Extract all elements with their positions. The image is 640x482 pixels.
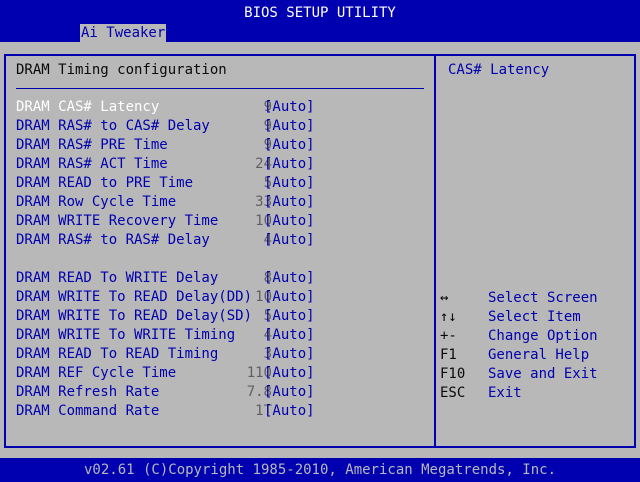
setting-row[interactable]: DRAM WRITE To WRITE Timing 4 [Auto] [16, 326, 426, 345]
setting-row[interactable]: DRAM Refresh Rate 7.8 [Auto] [16, 383, 426, 402]
key-name: F10 [440, 366, 466, 382]
setting-row[interactable]: DRAM RAS# ACT Time 24 [Auto] [16, 155, 426, 174]
setting-label: DRAM WRITE To READ Delay(SD) [16, 308, 253, 324]
setting-row[interactable]: DRAM RAS# to RAS# Delay 4 [Auto] [16, 231, 426, 250]
key-name: ESC [440, 385, 466, 401]
setting-option[interactable]: [Auto] [264, 402, 315, 421]
key-description: Select Screen [488, 290, 598, 306]
setting-row[interactable]: DRAM READ To WRITE Delay 8 [Auto] [16, 269, 426, 288]
setting-label: DRAM CAS# Latency [16, 99, 160, 115]
key-name: ↔ [440, 290, 449, 306]
setting-label: DRAM RAS# ACT Time [16, 156, 168, 172]
setting-label: DRAM WRITE To WRITE Timing [16, 327, 236, 343]
setting-label: DRAM RAS# to RAS# Delay [16, 232, 210, 248]
key-description: Change Option [488, 328, 598, 344]
setting-option[interactable]: [Auto] [264, 345, 315, 364]
tab-bar: Ai Tweaker [0, 24, 640, 42]
setting-option[interactable]: [Auto] [264, 364, 315, 383]
key-name: F1 [440, 347, 457, 363]
setting-row[interactable]: DRAM WRITE To READ Delay(SD) 5 [Auto] [16, 307, 426, 326]
key-name: +- [440, 328, 457, 344]
key-description: Select Item [488, 309, 581, 325]
setting-label: DRAM Row Cycle Time [16, 194, 177, 210]
main-panel: DRAM Timing configuration CAS# Latency D… [0, 42, 640, 458]
setting-option[interactable]: [Auto] [264, 288, 315, 307]
setting-label: DRAM WRITE To READ Delay(DD) [16, 289, 253, 305]
setting-label: DRAM RAS# to CAS# Delay [16, 118, 210, 134]
setting-option[interactable]: [Auto] [264, 174, 315, 193]
key-name: ↑↓ [440, 309, 457, 325]
setting-row[interactable]: DRAM Row Cycle Time 33 [Auto] [16, 193, 426, 212]
help-title: CAS# Latency [448, 62, 550, 78]
setting-option[interactable]: [Auto] [264, 383, 315, 402]
key-legend-item: ↔ Select Screen [438, 289, 634, 308]
setting-label: DRAM RAS# PRE Time [16, 137, 168, 153]
key-description: General Help [488, 347, 590, 363]
setting-option[interactable]: [Auto] [264, 269, 315, 288]
setting-row[interactable]: DRAM WRITE To READ Delay(DD) 10 [Auto] [16, 288, 426, 307]
key-legend-item: F10 Save and Exit [438, 365, 634, 384]
section-heading: DRAM Timing configuration [16, 62, 227, 78]
setting-row[interactable]: DRAM Command Rate 1T [Auto] [16, 402, 426, 421]
setting-label: DRAM REF Cycle Time [16, 365, 177, 381]
key-legend-item: +- Change Option [438, 327, 634, 346]
setting-option[interactable]: [Auto] [264, 307, 315, 326]
setting-option[interactable]: [Auto] [264, 193, 315, 212]
bios-title: BIOS SETUP UTILITY [0, 0, 640, 24]
setting-label: DRAM WRITE Recovery Time [16, 213, 219, 229]
setting-row[interactable]: DRAM READ To READ Timing 3 [Auto] [16, 345, 426, 364]
setting-option[interactable]: [Auto] [264, 212, 315, 231]
setting-label: DRAM READ To WRITE Delay [16, 270, 219, 286]
tab-ai-tweaker[interactable]: Ai Tweaker [80, 24, 167, 42]
setting-option[interactable]: [Auto] [264, 326, 315, 345]
key-description: Exit [488, 385, 522, 401]
setting-row[interactable]: DRAM CAS# Latency 9 [Auto] [16, 98, 426, 117]
panel-divider [434, 54, 436, 448]
setting-option[interactable]: [Auto] [264, 136, 315, 155]
setting-label: DRAM Refresh Rate [16, 384, 160, 400]
setting-option[interactable]: [Auto] [264, 231, 315, 250]
setting-row[interactable]: DRAM WRITE Recovery Time 10 [Auto] [16, 212, 426, 231]
key-legend-item: F1 General Help [438, 346, 634, 365]
key-legend-item: ESC Exit [438, 384, 634, 403]
setting-option[interactable]: [Auto] [264, 155, 315, 174]
copyright-footer: v02.61 (C)Copyright 1985-2010, American … [0, 458, 640, 480]
setting-label: DRAM READ To READ Timing [16, 346, 219, 362]
setting-option[interactable]: [Auto] [264, 98, 315, 117]
setting-label: DRAM READ to PRE Time [16, 175, 194, 191]
setting-label: DRAM Command Rate [16, 403, 160, 419]
heading-rule [16, 88, 424, 89]
key-description: Save and Exit [488, 366, 598, 382]
setting-option[interactable]: [Auto] [264, 117, 315, 136]
setting-row[interactable]: DRAM RAS# to CAS# Delay 9 [Auto] [16, 117, 426, 136]
key-legend-item: ↑↓ Select Item [438, 308, 634, 327]
setting-row[interactable]: DRAM RAS# PRE Time 9 [Auto] [16, 136, 426, 155]
setting-row[interactable]: DRAM READ to PRE Time 5 [Auto] [16, 174, 426, 193]
setting-row[interactable]: DRAM REF Cycle Time 110 [Auto] [16, 364, 426, 383]
